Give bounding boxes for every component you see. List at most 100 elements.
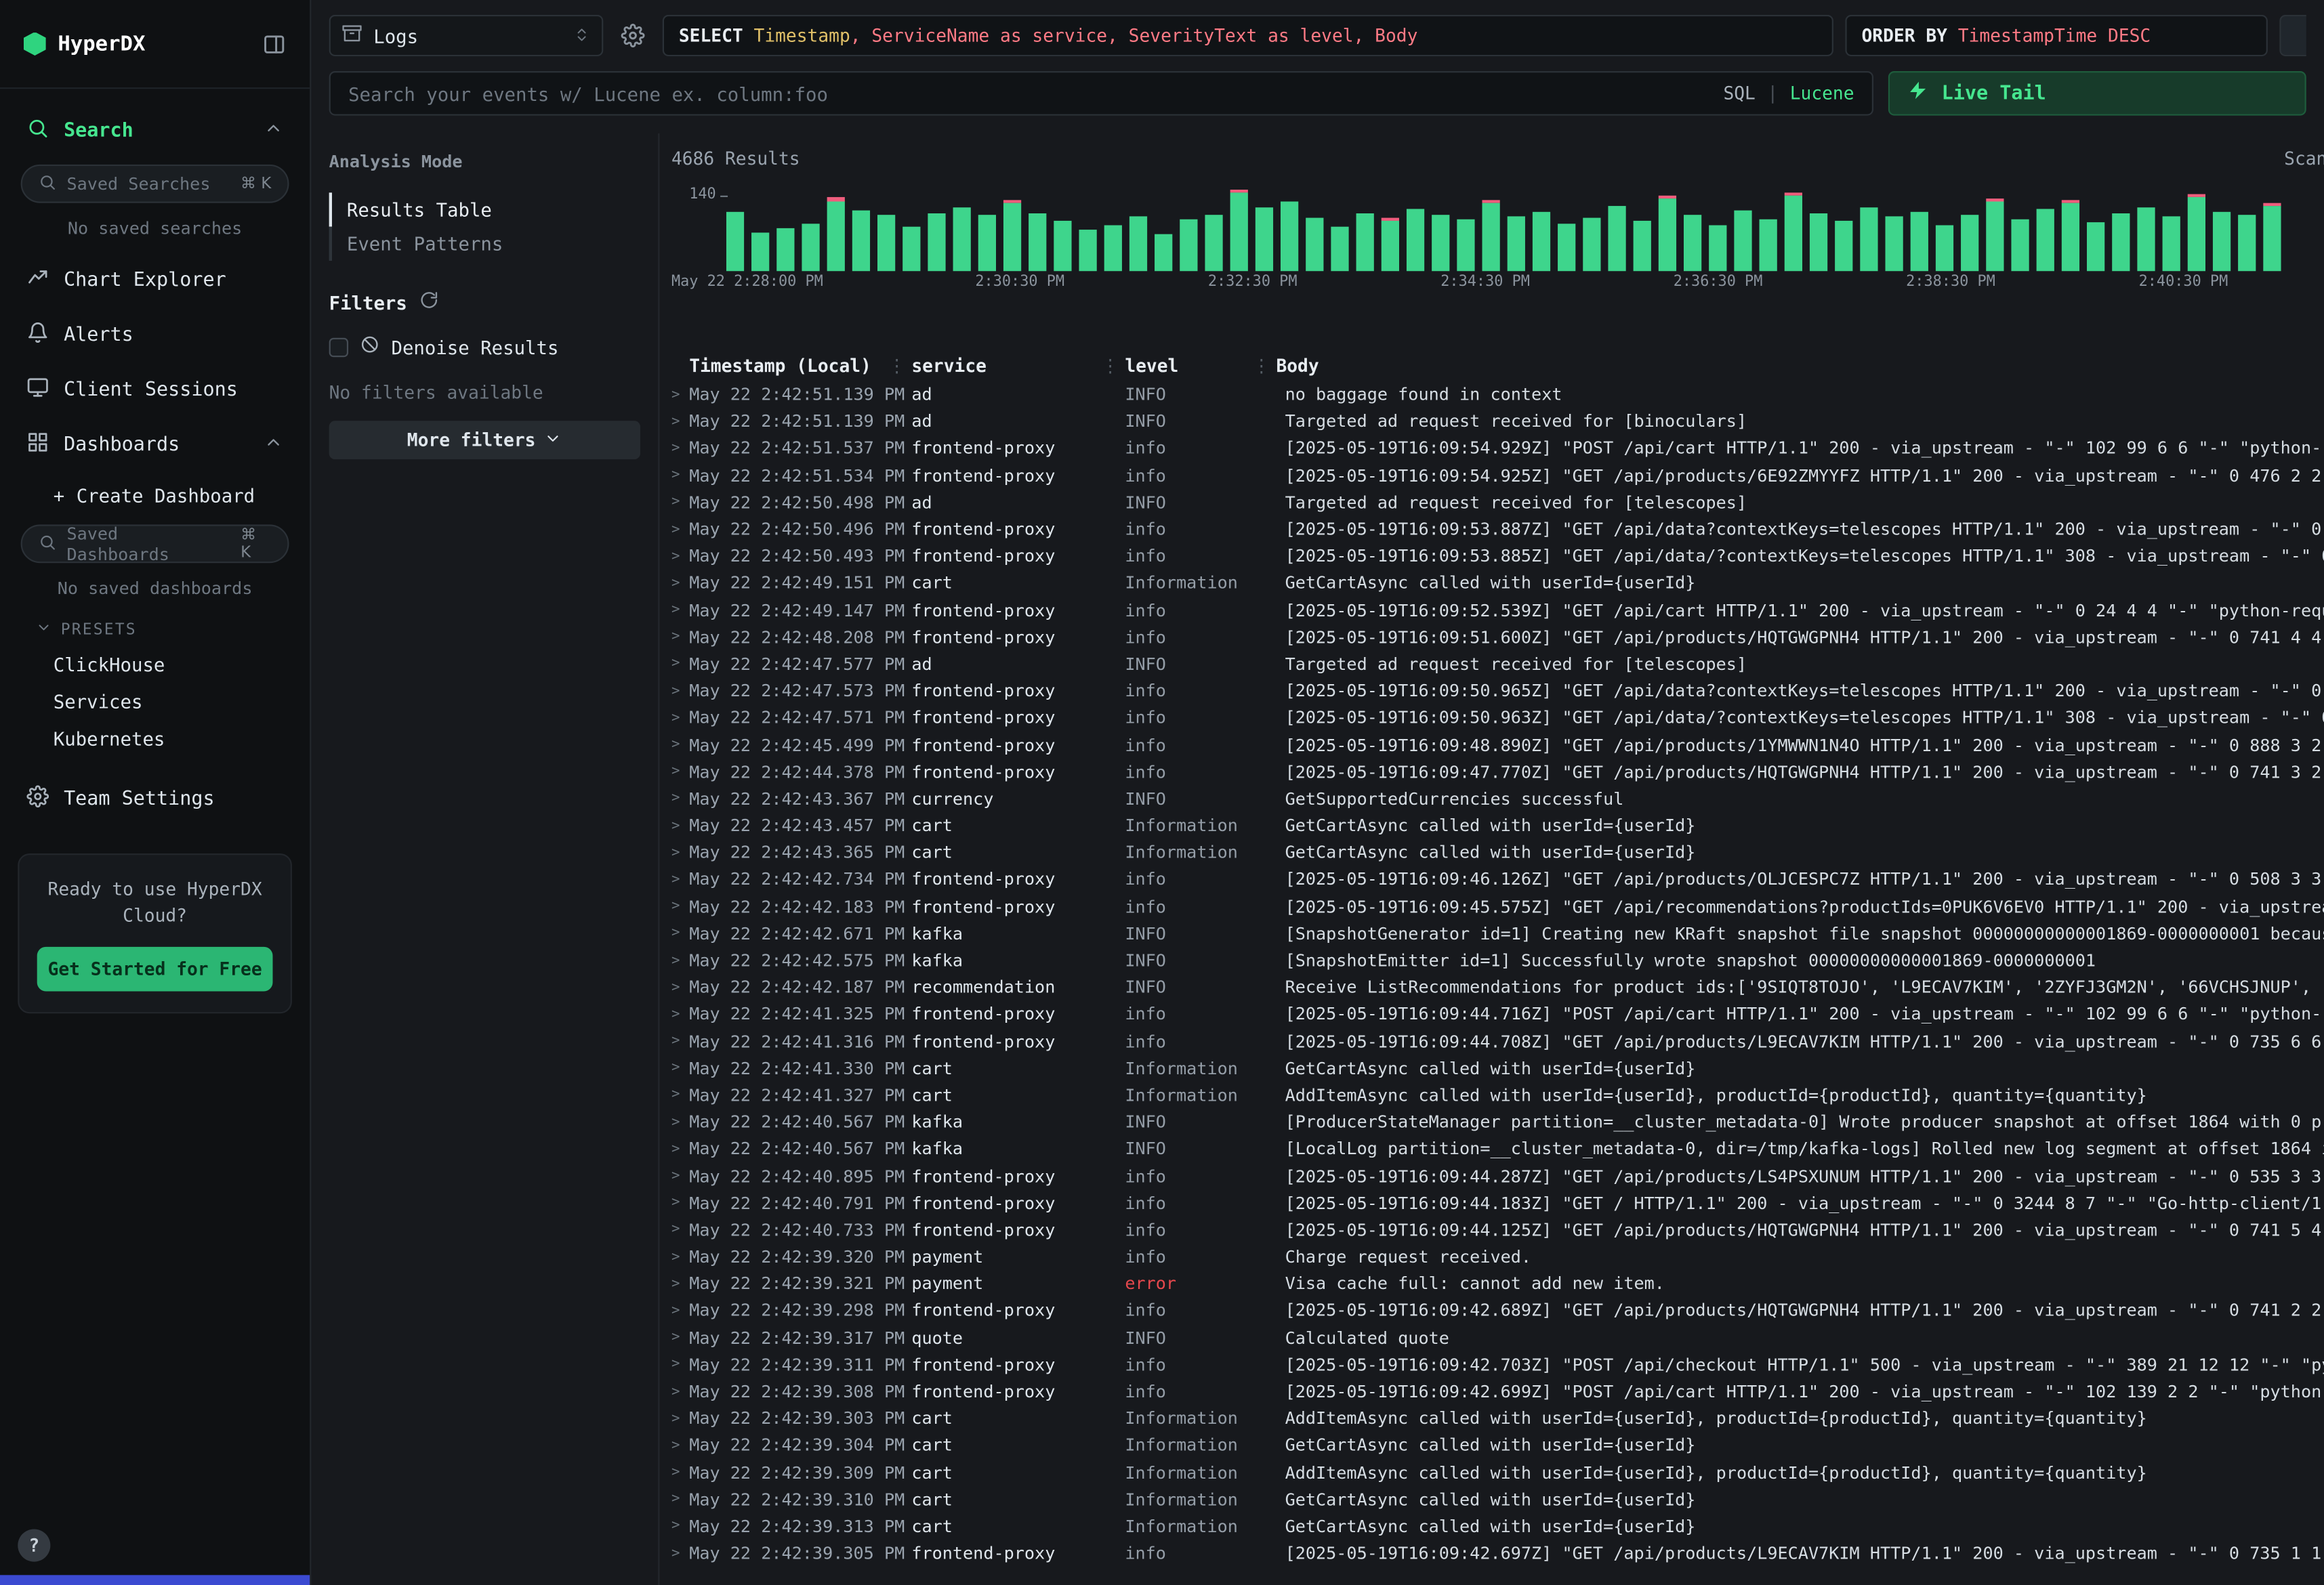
expand-row-icon[interactable]: >: [671, 736, 689, 753]
log-row[interactable]: >May 22 2:42:42.575 PMkafkaINFO[Snapshot…: [671, 947, 2324, 974]
sql-mode-toggle[interactable]: SQL: [1723, 83, 1755, 104]
histogram-bar[interactable]: [802, 224, 819, 271]
column-resize-handle[interactable]: ⋮: [1101, 356, 1125, 377]
histogram-bar[interactable]: [978, 215, 996, 271]
help-button[interactable]: ?: [18, 1529, 50, 1562]
log-row[interactable]: >May 22 2:42:39.298 PMfrontend-proxyinfo…: [671, 1297, 2324, 1324]
histogram-bar[interactable]: [1079, 230, 1097, 271]
histogram-bar[interactable]: [1306, 218, 1323, 272]
expand-row-icon[interactable]: >: [671, 629, 689, 645]
sidebar-collapse-icon[interactable]: [262, 32, 286, 56]
presets-toggle[interactable]: PRESETS: [18, 608, 292, 646]
log-row[interactable]: >May 22 2:42:42.183 PMfrontend-proxyinfo…: [671, 893, 2324, 920]
histogram-bar[interactable]: [1659, 195, 1676, 271]
expand-row-icon[interactable]: >: [671, 683, 689, 699]
expand-row-icon[interactable]: >: [671, 1195, 689, 1211]
expand-row-icon[interactable]: >: [671, 979, 689, 995]
expand-row-icon[interactable]: >: [671, 1141, 689, 1157]
log-row[interactable]: >May 22 2:42:43.457 PMcartInformationGet…: [671, 812, 2324, 839]
log-row[interactable]: >May 22 2:42:41.330 PMcartInformationGet…: [671, 1055, 2324, 1082]
log-row[interactable]: >May 22 2:42:50.493 PMfrontend-proxyinfo…: [671, 543, 2324, 570]
expand-row-icon[interactable]: >: [671, 1518, 689, 1534]
expand-row-icon[interactable]: >: [671, 925, 689, 942]
log-row[interactable]: >May 22 2:42:47.571 PMfrontend-proxyinfo…: [671, 704, 2324, 732]
histogram-bar[interactable]: [1860, 207, 1877, 271]
histogram-bar[interactable]: [1608, 206, 1625, 271]
expand-row-icon[interactable]: >: [671, 386, 689, 402]
log-row[interactable]: >May 22 2:42:51.139 PMadINFOno baggage f…: [671, 381, 2324, 408]
histogram-bar[interactable]: [1684, 214, 1701, 271]
expand-row-icon[interactable]: >: [671, 1437, 689, 1454]
log-row[interactable]: >May 22 2:42:42.734 PMfrontend-proxyinfo…: [671, 866, 2324, 893]
log-row[interactable]: >May 22 2:42:50.496 PMfrontend-proxyinfo…: [671, 515, 2324, 543]
lucene-search-input[interactable]: Search your events w/ Lucene ex. column:…: [329, 71, 1873, 116]
histogram-bar[interactable]: [2263, 203, 2281, 272]
log-row[interactable]: >May 22 2:42:44.378 PMfrontend-proxyinfo…: [671, 758, 2324, 785]
log-row[interactable]: >May 22 2:42:47.573 PMfrontend-proxyinfo…: [671, 677, 2324, 704]
histogram-bar[interactable]: [726, 212, 744, 272]
log-row[interactable]: >May 22 2:42:39.317 PMquoteINFOCalculate…: [671, 1324, 2324, 1351]
expand-row-icon[interactable]: >: [671, 601, 689, 618]
expand-row-icon[interactable]: >: [671, 1275, 689, 1292]
expand-row-icon[interactable]: >: [671, 1086, 689, 1103]
sidebar-item-team-settings[interactable]: Team Settings: [18, 772, 292, 827]
expand-row-icon[interactable]: >: [671, 413, 689, 429]
expand-row-icon[interactable]: >: [671, 790, 689, 807]
log-row[interactable]: >May 22 2:42:45.499 PMfrontend-proxyinfo…: [671, 731, 2324, 758]
histogram-bar[interactable]: [2238, 214, 2256, 271]
log-row[interactable]: >May 22 2:42:40.567 PMkafkaINFO[LocalLog…: [671, 1135, 2324, 1162]
histogram-bar[interactable]: [877, 214, 895, 271]
lucene-mode-toggle[interactable]: Lucene: [1790, 83, 1854, 104]
histogram-bar[interactable]: [953, 207, 971, 271]
expand-row-icon[interactable]: >: [671, 1303, 689, 1319]
expand-row-icon[interactable]: >: [671, 575, 689, 591]
histogram-bar[interactable]: [2163, 217, 2180, 271]
saved-dashboards-input[interactable]: Saved Dashboards ⌘ K: [21, 524, 289, 563]
order-by-input[interactable]: ORDER BY TimestampTime DESC: [1845, 15, 2267, 56]
refresh-icon[interactable]: [419, 291, 438, 314]
histogram-bar[interactable]: [2137, 207, 2155, 271]
expand-row-icon[interactable]: >: [671, 1060, 689, 1076]
expand-row-icon[interactable]: >: [671, 494, 689, 510]
histogram-bar[interactable]: [2112, 213, 2130, 272]
histogram-bar[interactable]: [1003, 199, 1021, 271]
histogram-bar[interactable]: [2087, 223, 2104, 272]
source-select[interactable]: Logs: [329, 15, 604, 56]
expand-row-icon[interactable]: >: [671, 818, 689, 834]
column-header-level[interactable]: level⋮: [1125, 356, 1276, 377]
log-row[interactable]: >May 22 2:42:41.325 PMfrontend-proxyinfo…: [671, 1000, 2324, 1028]
histogram-bar[interactable]: [1029, 213, 1046, 272]
log-row[interactable]: >May 22 2:42:40.895 PMfrontend-proxyinfo…: [671, 1162, 2324, 1189]
histogram-bar[interactable]: [1760, 219, 1777, 271]
expand-row-icon[interactable]: >: [671, 1006, 689, 1022]
live-tail-button[interactable]: Live Tail: [1888, 71, 2306, 116]
histogram-bar[interactable]: [1508, 217, 1525, 271]
log-row[interactable]: >May 22 2:42:42.187 PMrecommendationINFO…: [671, 973, 2324, 1000]
histogram-bar[interactable]: [1104, 225, 1122, 271]
preset-clickhouse[interactable]: ClickHouse: [18, 646, 292, 683]
query-settings-gear-icon[interactable]: [615, 15, 651, 56]
analysis-mode-results-table[interactable]: Results Table: [329, 192, 640, 226]
expand-row-icon[interactable]: >: [671, 952, 689, 969]
expand-row-icon[interactable]: >: [671, 871, 689, 887]
saved-searches-input[interactable]: Saved Searches ⌘ K: [21, 165, 289, 203]
histogram-bar[interactable]: [1936, 225, 1953, 271]
expand-row-icon[interactable]: >: [671, 1491, 689, 1507]
log-row[interactable]: >May 22 2:42:39.305 PMfrontend-proxyinfo…: [671, 1540, 2324, 1567]
log-row[interactable]: >May 22 2:42:40.567 PMkafkaINFO[Producer…: [671, 1108, 2324, 1135]
hyperdx-logo[interactable]: HyperDX: [24, 32, 145, 56]
log-row[interactable]: >May 22 2:42:39.321 PMpaymenterrorVisa c…: [671, 1270, 2324, 1297]
histogram-bar[interactable]: [1129, 217, 1147, 271]
column-header-body[interactable]: Body: [1276, 356, 2324, 377]
analysis-mode-event-patterns[interactable]: Event Patterns: [329, 227, 640, 261]
histogram-bar[interactable]: [1432, 214, 1449, 271]
expand-row-icon[interactable]: >: [671, 656, 689, 672]
sidebar-item-client-sessions[interactable]: Client Sessions: [18, 363, 292, 418]
expand-row-icon[interactable]: >: [671, 1248, 689, 1265]
log-row[interactable]: >May 22 2:42:39.309 PMcartInformationAdd…: [671, 1459, 2324, 1486]
log-row[interactable]: >May 22 2:42:42.671 PMkafkaINFO[Snapshot…: [671, 920, 2324, 947]
sidebar-item-alerts[interactable]: Alerts: [18, 308, 292, 363]
histogram-bar[interactable]: [1709, 225, 1726, 271]
log-row[interactable]: >May 22 2:42:43.365 PMcartInformationGet…: [671, 839, 2324, 866]
expand-row-icon[interactable]: >: [671, 1033, 689, 1049]
